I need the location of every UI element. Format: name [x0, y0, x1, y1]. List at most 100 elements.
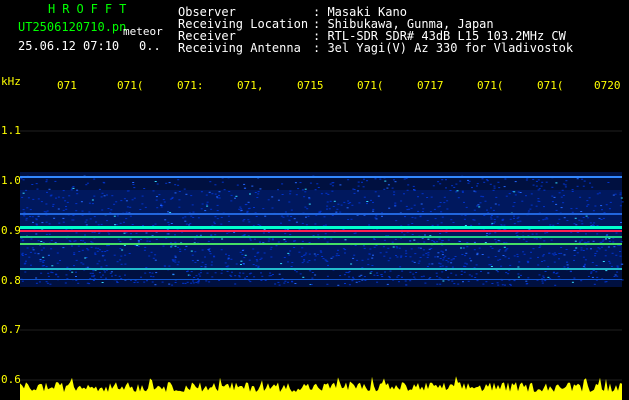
speckle	[309, 270, 312, 272]
speckle	[619, 205, 622, 207]
speckle	[248, 273, 251, 275]
speckle	[337, 249, 339, 251]
speckle	[75, 271, 77, 273]
carrier-line	[20, 226, 622, 229]
speckle	[600, 205, 603, 207]
speckle	[132, 184, 135, 185]
speckle	[91, 199, 94, 201]
speckle	[344, 239, 347, 241]
speckle	[290, 216, 293, 217]
speckle	[277, 199, 280, 201]
speckle	[470, 275, 473, 277]
speckle	[383, 239, 386, 241]
speckle	[547, 266, 550, 268]
speckle	[560, 252, 563, 254]
speckle	[238, 276, 241, 278]
speckle	[240, 264, 242, 265]
speckle	[453, 283, 456, 285]
speckle	[409, 256, 412, 258]
speckle	[422, 254, 425, 256]
speckle	[116, 215, 119, 217]
speckle	[22, 239, 25, 241]
speckle	[101, 209, 104, 211]
speckle	[555, 209, 558, 211]
speckle	[22, 179, 25, 181]
speckle	[339, 275, 342, 277]
speckle	[303, 259, 306, 261]
speckle	[264, 215, 267, 217]
speckle	[227, 258, 230, 260]
speckle	[433, 241, 435, 243]
speckle	[256, 197, 259, 198]
speckle	[110, 271, 113, 273]
speckle	[539, 245, 542, 247]
speckle	[546, 232, 549, 234]
speckle	[387, 260, 390, 262]
speckle	[104, 271, 106, 273]
speckle	[593, 283, 596, 285]
speckle	[151, 281, 154, 283]
speckle	[227, 215, 230, 217]
speckle	[281, 278, 284, 280]
speckle	[600, 219, 603, 220]
speckle	[190, 215, 193, 217]
speckle	[381, 276, 384, 277]
speckle	[504, 250, 507, 252]
speckle	[440, 250, 443, 252]
speckle	[195, 281, 198, 283]
speckle	[161, 281, 164, 283]
speckle	[62, 217, 65, 219]
speckle	[62, 209, 65, 211]
speckle	[516, 256, 519, 258]
speckle	[192, 211, 195, 213]
speckle	[326, 275, 329, 277]
speckle	[414, 253, 417, 255]
speckle	[372, 254, 374, 256]
speckle	[542, 254, 545, 256]
speckle	[481, 254, 484, 255]
speckle	[96, 250, 99, 252]
speckle	[573, 259, 575, 261]
speckle	[381, 215, 383, 217]
speckle	[93, 178, 96, 180]
speckle	[420, 203, 423, 205]
speckle	[360, 274, 363, 276]
speckle	[206, 201, 209, 203]
speckle	[145, 232, 148, 234]
speckle	[185, 193, 188, 195]
speckle	[615, 232, 618, 234]
speckle	[123, 232, 126, 234]
speckle	[137, 240, 140, 242]
speckle	[602, 239, 605, 241]
speckle	[190, 195, 193, 197]
speckle	[467, 179, 469, 181]
speckle	[182, 217, 185, 219]
speckle	[184, 282, 187, 284]
speckle	[353, 254, 356, 256]
speckle	[580, 220, 583, 222]
speckle	[304, 191, 307, 193]
speckle	[214, 184, 217, 186]
speckle	[436, 275, 438, 277]
speckle	[64, 282, 67, 284]
speckle	[152, 225, 155, 226]
speckle	[268, 238, 271, 240]
speckle	[290, 209, 293, 211]
speckle	[344, 252, 346, 254]
speckle	[450, 272, 453, 274]
speckle	[305, 224, 308, 226]
speckle	[171, 198, 174, 199]
speckle	[214, 234, 217, 236]
speckle	[282, 216, 285, 218]
speckle	[141, 195, 144, 197]
speckle	[259, 188, 262, 190]
speckle	[496, 282, 499, 284]
speckle	[123, 244, 126, 246]
speckle	[590, 272, 593, 274]
speckle	[500, 224, 503, 226]
speckle	[348, 276, 351, 278]
speckle	[566, 261, 569, 263]
speckle	[178, 206, 181, 208]
speckle	[65, 274, 68, 276]
speckle	[308, 203, 311, 205]
